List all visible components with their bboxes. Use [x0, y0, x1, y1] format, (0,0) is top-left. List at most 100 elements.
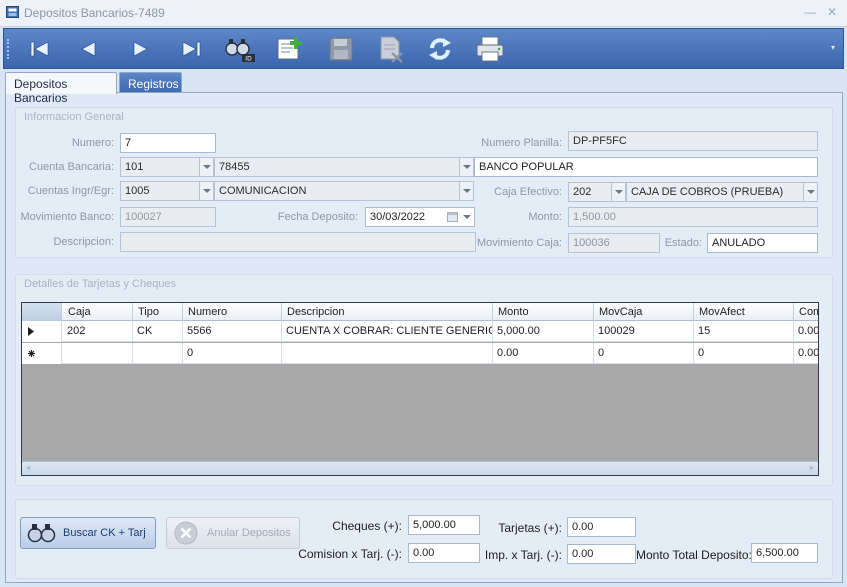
estado-field[interactable]: ANULADO — [707, 233, 818, 253]
detalles-title: Detalles de Tarjetas y Cheques — [24, 278, 177, 290]
grid-horizontal-scrollbar[interactable]: ◂ ▸ — [22, 461, 818, 475]
column-header-tipo[interactable]: Tipo — [133, 303, 183, 321]
movimiento-banco-field[interactable]: 100027 — [120, 207, 216, 227]
toolbar-overflow-icon[interactable]: ▾ — [831, 43, 841, 53]
column-header-monto[interactable]: Monto — [493, 303, 594, 321]
anular-depositos-button[interactable]: Anular Depositos — [166, 517, 300, 549]
minimize-button[interactable]: — — [801, 4, 819, 20]
fecha-deposito-field[interactable]: 30/03/2022 — [365, 207, 475, 227]
next-record-button[interactable] — [123, 33, 157, 65]
cell-com[interactable]: 0.00 — [794, 321, 818, 342]
first-record-button[interactable] — [23, 33, 57, 65]
app-icon — [6, 6, 19, 18]
id-badge: ID — [245, 56, 252, 63]
cuentas-ingr-egr-desc-select[interactable]: COMUNICACION — [214, 181, 474, 201]
cuentas-ingr-egr-desc: COMUNICACION — [219, 185, 307, 197]
cuenta-bancaria-code: 101 — [125, 161, 144, 173]
column-header-movafect[interactable]: MovAfect — [694, 303, 794, 321]
caja-efectivo-desc-select[interactable]: CAJA DE COBROS (PRUEBA) — [626, 182, 818, 202]
grid-select-all[interactable] — [22, 303, 62, 321]
row-header[interactable] — [22, 343, 62, 364]
table-row[interactable]: 0 0.00 0 0 0.00 — [22, 343, 818, 364]
row-header[interactable] — [22, 321, 62, 342]
delete-document-button[interactable] — [374, 33, 408, 65]
monto-label: Monto: — [528, 211, 562, 223]
chevron-down-icon[interactable] — [460, 208, 474, 226]
previous-record-icon — [81, 41, 96, 57]
detalles-grid[interactable]: Caja Tipo Numero Descripcion Monto MovCa… — [21, 302, 819, 476]
cell-monto[interactable]: 5,000.00 — [493, 321, 594, 342]
cell-tipo[interactable]: CK — [133, 321, 183, 342]
refresh-icon — [429, 38, 451, 60]
cell-caja[interactable]: 202 — [63, 321, 133, 342]
first-record-icon — [30, 41, 49, 57]
cuenta-bancaria-number: 78455 — [219, 161, 250, 173]
find-by-id-icon: ID — [225, 39, 255, 63]
column-header-numero[interactable]: Numero — [183, 303, 282, 321]
window-title: Depositos Bancarios-7489 — [24, 6, 165, 20]
caja-efectivo-code-select[interactable]: 202 — [568, 182, 626, 202]
monto-total-field[interactable]: 6,500.00 — [751, 543, 818, 563]
cell-monto[interactable]: 0.00 — [493, 343, 594, 364]
cell-movcaja[interactable]: 100029 — [594, 321, 694, 342]
scroll-left-icon[interactable]: ◂ — [26, 463, 30, 472]
toolbar-grip[interactable] — [7, 39, 10, 59]
column-header-com[interactable]: Com — [794, 303, 818, 321]
new-record-icon — [277, 37, 302, 60]
chevron-down-icon[interactable] — [459, 158, 473, 176]
imp-field[interactable]: 0.00 — [567, 544, 636, 564]
chevron-down-icon[interactable] — [459, 182, 473, 200]
cuenta-bancaria-number-select[interactable]: 78455 — [214, 157, 474, 177]
calendar-icon[interactable] — [447, 211, 458, 222]
descripcion-field[interactable] — [120, 232, 476, 252]
numero-field[interactable]: 7 — [120, 133, 216, 153]
last-record-button[interactable] — [174, 33, 208, 65]
save-button[interactable] — [324, 33, 358, 65]
cell-descripcion[interactable] — [282, 343, 493, 364]
numero-planilla-field[interactable]: DP-PF5FC — [568, 131, 818, 151]
chevron-down-icon[interactable] — [199, 158, 213, 176]
print-button[interactable] — [473, 33, 507, 65]
cell-numero[interactable]: 5566 — [183, 321, 282, 342]
chevron-down-icon[interactable] — [199, 182, 213, 200]
save-icon — [329, 37, 353, 61]
chevron-down-icon[interactable] — [611, 183, 625, 201]
cheques-field[interactable]: 5,000.00 — [408, 515, 480, 535]
movimiento-caja-field[interactable]: 100036 — [568, 233, 660, 253]
banco-name-field[interactable]: BANCO POPULAR — [474, 157, 818, 177]
cell-movafect[interactable]: 15 — [694, 321, 794, 342]
scroll-right-icon[interactable]: ▸ — [810, 463, 814, 472]
comision-field[interactable]: 0.00 — [408, 543, 480, 563]
cell-movafect[interactable]: 0 — [694, 343, 794, 364]
new-record-button[interactable] — [273, 33, 307, 65]
cuentas-ingr-egr-code-select[interactable]: 1005 — [120, 181, 214, 201]
cell-movcaja[interactable]: 0 — [594, 343, 694, 364]
buscar-ck-tarj-button[interactable]: Buscar CK + Tarj — [20, 517, 156, 549]
cell-caja[interactable] — [63, 343, 133, 364]
column-header-descripcion[interactable]: Descripcion — [282, 303, 493, 321]
previous-record-button[interactable] — [72, 33, 106, 65]
find-by-id-button[interactable]: ID — [223, 33, 257, 65]
comision-label: Comision x Tarj. (-): — [298, 547, 402, 561]
close-button[interactable]: ✕ — [823, 4, 841, 20]
column-header-caja[interactable]: Caja — [63, 303, 133, 321]
cell-numero[interactable]: 0 — [183, 343, 282, 364]
refresh-button[interactable] — [423, 33, 457, 65]
cuentas-ingr-egr-label: Cuentas Ingr/Egr: — [27, 185, 114, 197]
caja-efectivo-label: Caja Efectivo: — [494, 186, 562, 198]
cuenta-bancaria-code-select[interactable]: 101 — [120, 157, 214, 177]
chevron-down-icon[interactable] — [803, 183, 817, 201]
monto-field[interactable]: 1,500.00 — [568, 207, 818, 227]
cell-descripcion[interactable]: CUENTA X COBRAR: CLIENTE GENERICO — [282, 321, 493, 342]
cell-tipo[interactable] — [133, 343, 183, 364]
binoculars-icon — [27, 524, 56, 543]
column-header-movcaja[interactable]: MovCaja — [594, 303, 694, 321]
cell-com[interactable]: 0.00 — [794, 343, 818, 364]
fecha-deposito-label: Fecha Deposito: — [277, 211, 358, 223]
tab-registros[interactable]: Registros — [119, 72, 182, 93]
tarjetas-field[interactable]: 0.00 — [567, 517, 636, 537]
imp-label: Imp. x Tarj. (-): — [484, 548, 562, 562]
last-record-icon — [182, 41, 201, 57]
table-row[interactable]: 202 CK 5566 CUENTA X COBRAR: CLIENTE GEN… — [22, 321, 818, 342]
tab-depositos-bancarios[interactable]: Depositos Bancarios — [5, 72, 117, 105]
